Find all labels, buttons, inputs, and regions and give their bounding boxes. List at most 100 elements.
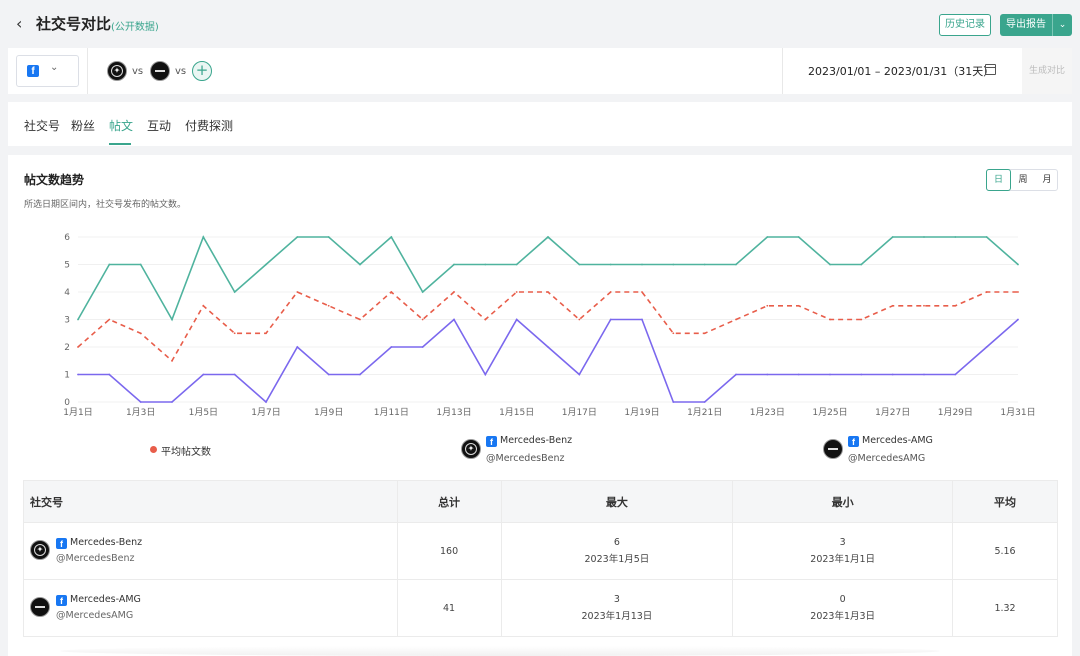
data-point xyxy=(797,236,800,238)
calendar-icon[interactable] xyxy=(985,64,996,75)
data-point xyxy=(891,236,894,238)
y-tick-label: 5 xyxy=(64,261,70,271)
legend-amg-handle: @MercedesAMG xyxy=(848,453,926,464)
platform-select[interactable]: f ⌄ xyxy=(16,55,79,87)
data-point xyxy=(484,318,487,321)
data-point xyxy=(923,373,925,376)
mercedes-benz-avatar: ✦ xyxy=(461,439,481,459)
data-point xyxy=(265,263,267,266)
generate-comparison-button[interactable]: 生成对比 xyxy=(1022,48,1072,94)
x-tick-label: 1月15日 xyxy=(499,407,534,418)
summary-table: 社交号 总计 最大 最小 平均 ✦ f Mercedes-Benz @Merce… xyxy=(23,480,1058,637)
table-header-row: 社交号 总计 最大 最小 平均 xyxy=(23,480,1058,523)
data-point xyxy=(860,318,863,321)
data-point xyxy=(265,401,267,403)
x-tick-label: 1月9日 xyxy=(314,407,343,418)
data-point xyxy=(1017,291,1019,293)
x-tick-label: 1月13日 xyxy=(436,407,471,418)
tab-paid-detection[interactable]: 付费探测 xyxy=(185,117,233,134)
tab-followers[interactable]: 粉丝 xyxy=(71,117,95,134)
data-point xyxy=(108,318,111,321)
data-point xyxy=(515,291,518,293)
date-range-picker[interactable]: 2023/01/01 – 2023/01/31（31天） xyxy=(808,63,994,79)
add-account-button[interactable]: + xyxy=(192,61,212,81)
data-point xyxy=(672,401,675,403)
history-button[interactable]: 历史记录 xyxy=(939,14,991,36)
average-legend-label: 平均帖文数 xyxy=(161,447,211,458)
data-point xyxy=(484,263,487,266)
data-point xyxy=(797,373,800,376)
tab-accounts[interactable]: 社交号 xyxy=(24,117,60,134)
page-title: 社交号对比 xyxy=(36,15,112,33)
max-value: 6 xyxy=(613,537,620,548)
data-point xyxy=(233,332,236,335)
chevron-down-icon[interactable]: ⌄ xyxy=(1053,14,1072,36)
page-subtitle: (公开数据) xyxy=(111,22,159,33)
data-point xyxy=(202,236,205,238)
x-tick-label: 1月7日 xyxy=(251,407,280,418)
max-date: 2023年1月5日 xyxy=(584,554,650,565)
data-point xyxy=(578,373,581,376)
data-point xyxy=(860,373,863,376)
data-point xyxy=(233,291,236,293)
mercedes-amg-avatar[interactable] xyxy=(150,61,170,81)
data-point xyxy=(954,373,957,376)
data-point xyxy=(453,263,455,266)
data-point xyxy=(390,236,393,238)
mercedes-amg-avatar xyxy=(30,597,50,617)
data-point xyxy=(515,263,518,266)
header-max: 最大 xyxy=(500,480,734,523)
post-trend-chart: 0 1 2 3 4 5 6 1月1日 1月3日 1月5日 1月7日 1月9日 1月11日 1月13日 1月1… xyxy=(63,233,1035,418)
facebook-icon: f xyxy=(486,436,497,447)
mercedes-benz-avatar[interactable]: ✦ xyxy=(107,61,127,81)
y-tick-label: 1 xyxy=(64,371,70,381)
y-tick-label: 0 xyxy=(64,398,70,408)
data-point xyxy=(891,373,894,376)
account-name: Mercedes-AMG xyxy=(70,594,141,605)
data-point xyxy=(578,263,581,266)
y-tick-label: 6 xyxy=(64,233,70,243)
data-point xyxy=(453,291,455,293)
data-point xyxy=(641,291,643,293)
data-point xyxy=(547,236,549,238)
average-legend-marker xyxy=(150,446,157,453)
account-name: Mercedes-Benz xyxy=(70,537,143,548)
x-tick-label: 1月21日 xyxy=(687,407,722,418)
max-cell: 3 2023年1月13日 xyxy=(500,579,734,637)
data-point xyxy=(139,401,142,403)
post-trend-card: 帖文数趋势 所选日期区间内，社交号发布的帖文数。 日 周 月 0 1 2 3 4 5 6 1月… xyxy=(8,155,1072,656)
data-point xyxy=(171,359,173,362)
mercedes-amg-avatar xyxy=(823,439,843,459)
x-tick-label: 1月25日 xyxy=(812,407,847,418)
data-point xyxy=(766,373,769,376)
x-tick-label: 1月5日 xyxy=(189,407,218,418)
data-point xyxy=(923,236,925,238)
account-cell: f Mercedes-AMG @MercedesAMG xyxy=(23,579,398,637)
export-report-button[interactable]: 导出报告 ⌄ xyxy=(1000,14,1072,36)
mercedes-benz-avatar: ✦ xyxy=(30,540,50,560)
x-tick-label: 1月29日 xyxy=(938,407,973,418)
data-point xyxy=(703,263,706,266)
data-point xyxy=(703,401,706,403)
average-cell: 5.16 xyxy=(952,522,1058,580)
amg-logo-icon xyxy=(155,70,165,72)
series-line xyxy=(78,318,1019,404)
chevron-left-icon[interactable]: ‹ xyxy=(16,14,22,33)
data-point xyxy=(923,304,925,307)
facebook-icon: f xyxy=(27,65,39,77)
header-average: 平均 xyxy=(952,480,1058,523)
data-point xyxy=(202,373,205,376)
y-tick-label: 3 xyxy=(64,316,70,326)
data-point xyxy=(359,318,361,321)
tab-interactions[interactable]: 互动 xyxy=(147,117,171,134)
data-point xyxy=(390,346,393,348)
data-point xyxy=(327,373,330,376)
data-point xyxy=(139,263,142,266)
data-point xyxy=(108,263,111,266)
average-cell: 1.32 xyxy=(952,579,1058,637)
data-point xyxy=(641,263,643,266)
y-tick-label: 4 xyxy=(64,288,70,298)
tab-posts[interactable]: 帖文 xyxy=(109,117,133,134)
data-point xyxy=(327,304,330,307)
x-tick-label: 1月31日 xyxy=(1000,407,1035,418)
